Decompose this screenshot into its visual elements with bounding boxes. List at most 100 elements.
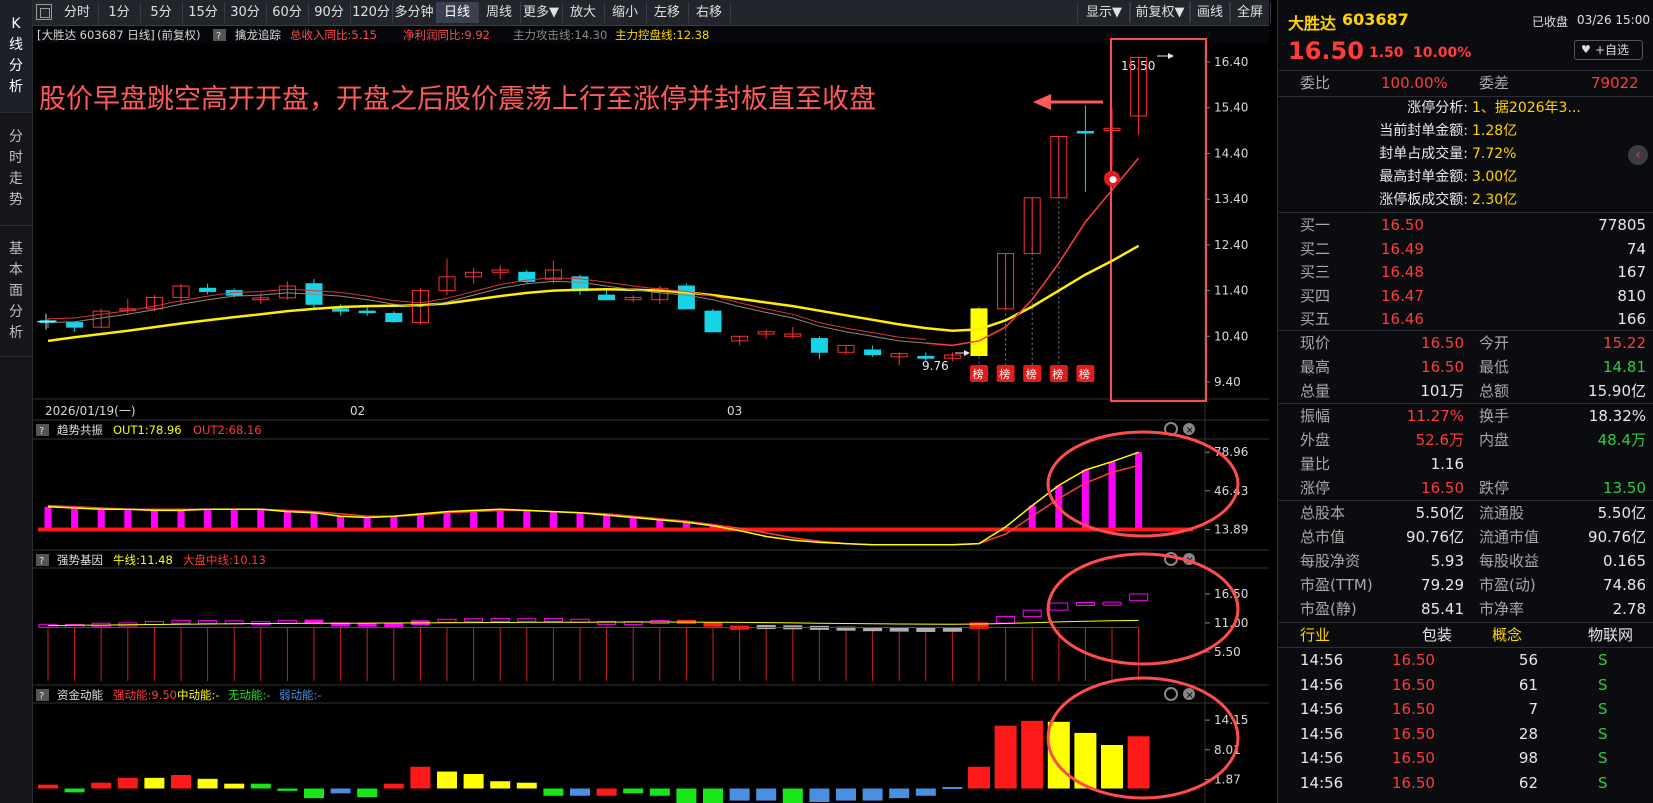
tab-char: 时 xyxy=(9,150,23,166)
trade-price: 16.50 xyxy=(1392,675,1435,694)
stat-key: 总市值 xyxy=(1300,528,1346,546)
trend-bar xyxy=(549,511,557,530)
toolbar-button-9[interactable]: 日线 xyxy=(436,2,479,23)
help-icon[interactable]: ? xyxy=(216,31,221,42)
add-watchlist-button[interactable]: ♥ +自选 xyxy=(1574,40,1643,60)
trend-bar xyxy=(204,509,212,530)
limit-analysis-value: 1.28亿 xyxy=(1472,123,1518,139)
fund-help-icon[interactable]: ? xyxy=(39,691,44,702)
strong-highlight-ellipse xyxy=(1046,552,1240,666)
fund-mid: 中动能:- xyxy=(177,688,220,702)
bid-row[interactable]: 买五 16.46 166 xyxy=(1278,307,1653,331)
tab-fundamental-analysis[interactable]: 基本面分析 xyxy=(0,226,32,357)
stat-key: 市盈(TTM) xyxy=(1300,576,1373,594)
stat-key: 内盘 xyxy=(1479,431,1510,449)
strong-box xyxy=(464,618,484,623)
strong-box xyxy=(437,618,457,623)
fund-bar xyxy=(64,788,85,793)
fund-bar xyxy=(437,771,457,789)
tab-char: 分 xyxy=(9,129,23,145)
indicator-name: 擒龙追踪 xyxy=(235,28,281,42)
tab-char: 分 xyxy=(9,58,23,74)
trade-row: 14:56 16.50 7 S xyxy=(1278,697,1653,721)
toolbar-right-button-1[interactable]: 前复权▼ xyxy=(1129,2,1191,23)
stock-title: [大胜达 603687 日线] xyxy=(37,28,155,42)
toolbar-button-15[interactable]: 右移 xyxy=(688,2,731,23)
fund-settings-icons[interactable]: × xyxy=(1164,687,1195,701)
market-status: 已收盘 xyxy=(1532,15,1569,29)
strong-box xyxy=(889,627,909,632)
stat-value: 90.76亿 xyxy=(1406,528,1464,546)
stat-key: 流通市值 xyxy=(1479,528,1540,546)
toolbar-right-button-2[interactable]: 画线 xyxy=(1189,2,1231,23)
bid-row[interactable]: 买四 16.47 810 xyxy=(1278,284,1653,308)
trade-time: 14:56 xyxy=(1300,724,1344,743)
x-label-start: 2026/01/19(一) xyxy=(45,404,136,418)
fund-bar xyxy=(197,778,218,789)
limit-analysis-row: 涨停分析: 1、据2026年3... xyxy=(1278,97,1653,120)
toolbar-right-button-3[interactable]: 全屏 xyxy=(1229,2,1271,23)
bid-row[interactable]: 买三 16.48 167 xyxy=(1278,260,1653,284)
y-tick-label: 16.40 xyxy=(1214,55,1248,69)
fund-bar xyxy=(623,788,644,794)
industry-link[interactable]: 包装 xyxy=(1422,623,1452,647)
stat-value: 5.93 xyxy=(1430,552,1464,570)
trend-help-icon[interactable]: ? xyxy=(39,426,44,437)
limit-analysis-key: 当前封单金额: xyxy=(1379,123,1468,139)
trend-resonance-info: ? 趋势共振 OUT1:78.96 OUT2:68.16 xyxy=(36,423,262,437)
toolbar-button-6[interactable]: 90分 xyxy=(308,2,351,23)
price-annotation: 股价早盘跳空高开开盘，开盘之后股价震荡上行至涨停并封板直至收盘 xyxy=(39,84,876,115)
strong-market: 大盘中线:10.13 xyxy=(183,553,266,567)
concept-link[interactable]: 物联网 xyxy=(1588,623,1633,647)
toolbar-button-5[interactable]: 60分 xyxy=(266,2,309,23)
trend-bar xyxy=(496,509,504,530)
toolbar-button-10[interactable]: 周线 xyxy=(478,2,521,23)
chevron-left-icon[interactable]: ‹ xyxy=(1628,145,1648,165)
fund-bar xyxy=(490,781,511,789)
strong-help-icon[interactable]: ? xyxy=(39,556,44,567)
trade-row: 14:56 16.50 28 S xyxy=(1278,722,1653,746)
toolbar-button-2[interactable]: 5分 xyxy=(140,2,183,23)
trend-bar xyxy=(257,509,265,530)
stat-key: 最低 xyxy=(1479,358,1510,376)
fund-bar xyxy=(809,788,830,803)
toolbar-button-7[interactable]: 120分 xyxy=(350,2,393,23)
stat-value: 16.50 xyxy=(1421,479,1464,497)
tab-kline-analysis[interactable]: K线分析 xyxy=(0,0,32,113)
limit-analysis-row: 最高封单金额: 3.00亿 xyxy=(1278,166,1653,189)
toolbar-button-12[interactable]: 放大 xyxy=(562,2,605,23)
candle-body xyxy=(677,285,695,310)
toolbar-button-1[interactable]: 1分 xyxy=(98,2,141,23)
strong-gene-info: ? 强势基因 牛线:11.48 大盘中线:10.13 xyxy=(36,553,266,567)
y-tick-label: 46.43 xyxy=(1214,484,1248,498)
grid-layout-icon[interactable] xyxy=(36,4,52,20)
period-toolbar: 分时 1分 5分 15分 30分 60分 90分 120分 多分钟 日线 周线 更多▼ 放大 缩小 左移 右移… xyxy=(33,0,1271,26)
toolbar-button-14[interactable]: 左移 xyxy=(646,2,689,23)
toolbar-button-3[interactable]: 15分 xyxy=(182,2,225,23)
revenue-yoy: 总收入同比:5.15 xyxy=(290,28,377,42)
stat-value: 52.6万 xyxy=(1415,431,1464,449)
strong-title: 强势基因 xyxy=(57,553,103,567)
toolbar-button-11[interactable]: 更多▼ xyxy=(520,2,563,23)
bid-row[interactable]: 买二 16.49 74 xyxy=(1278,237,1653,261)
tab-char: 分 xyxy=(9,303,23,320)
limit-analysis-row: 当前封单金额: 1.28亿 xyxy=(1278,120,1653,143)
chart-canvas[interactable]: [大胜达 603687 日线] (前复权) ? 擒龙追踪 总收入同比:5.15 … xyxy=(33,26,1269,803)
toolbar-right-button-0[interactable]: 显示▼ xyxy=(1077,2,1131,23)
stat-key: 外盘 xyxy=(1300,431,1331,449)
stat-row: 总市值 90.76亿 流通市值 90.76亿 xyxy=(1278,525,1653,549)
stat-value: 14.81 xyxy=(1603,358,1646,376)
toolbar-button-8[interactable]: 多分钟 xyxy=(392,2,437,23)
tab-intraday-trend[interactable]: 分时走势 xyxy=(0,113,32,226)
tab-char: 析 xyxy=(9,79,23,95)
fund-strong: 强动能:9.50 xyxy=(113,688,177,702)
bid-row[interactable]: 买一 16.50 77805 xyxy=(1278,213,1653,237)
stat-value: 5.50亿 xyxy=(1415,504,1464,522)
toolbar-button-13[interactable]: 缩小 xyxy=(604,2,647,23)
stat-key: 流通股 xyxy=(1479,504,1525,522)
toolbar-button-4[interactable]: 30分 xyxy=(224,2,267,23)
stat-key: 换手 xyxy=(1479,407,1510,425)
fund-bar xyxy=(304,788,324,799)
toolbar-button-0[interactable]: 分时 xyxy=(56,2,99,23)
y-tick-label: 12.40 xyxy=(1214,238,1248,252)
